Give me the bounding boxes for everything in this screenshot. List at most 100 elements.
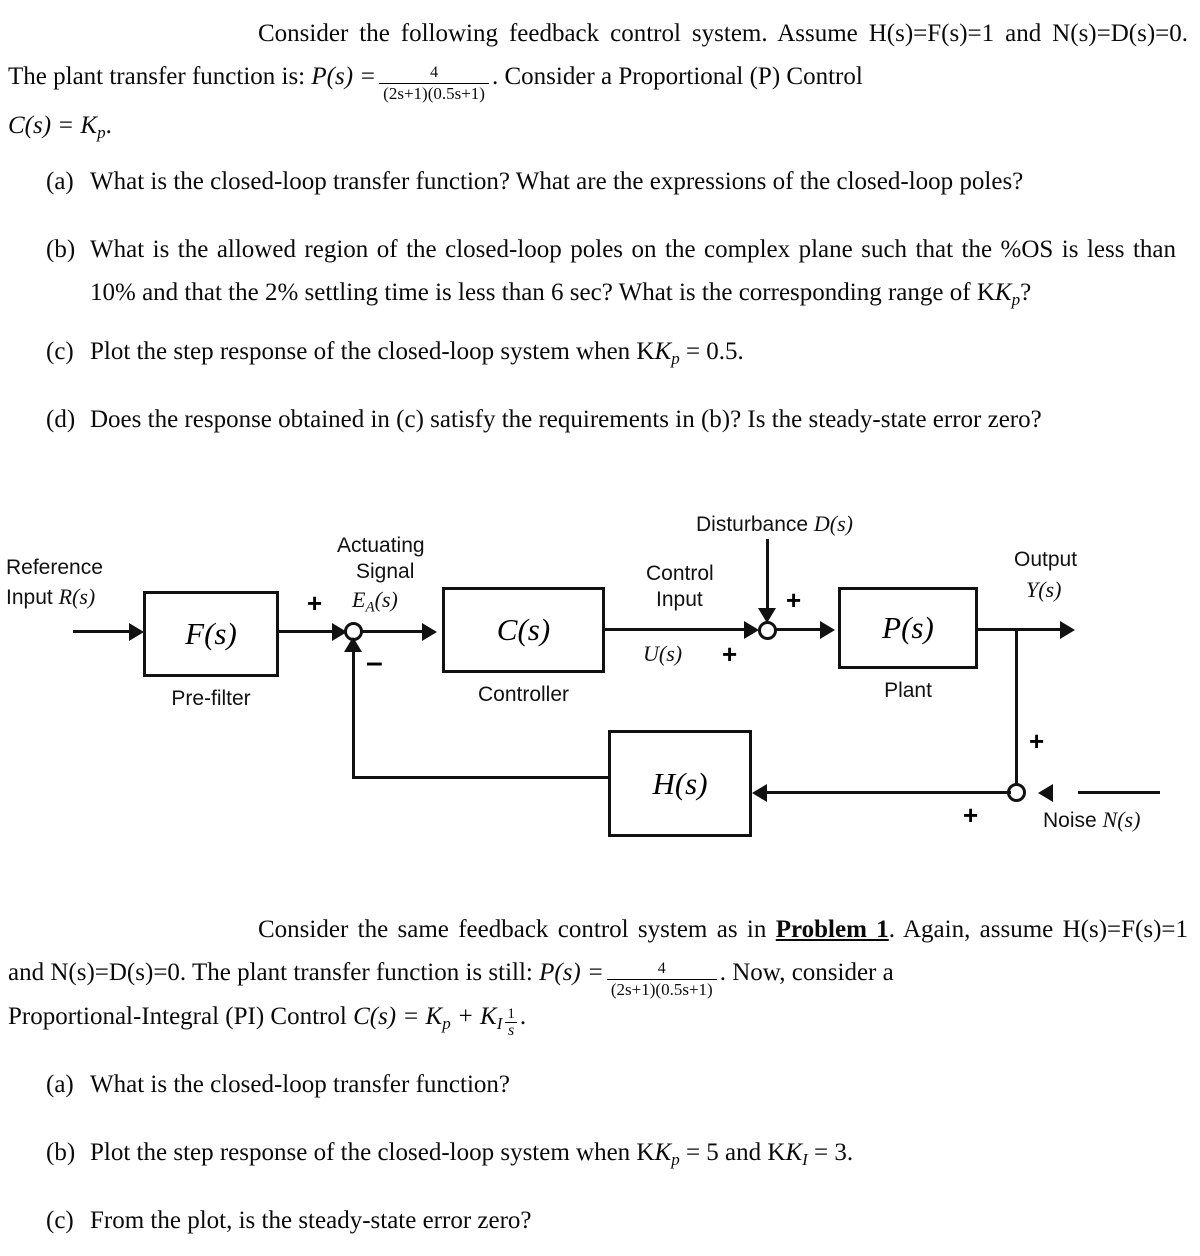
problem2-plant-lhs: P(s) = <box>539 959 604 986</box>
problem1-item-a-text: What is the closed-loop transfer functio… <box>90 168 1024 195</box>
problem1-item-c: (c) Plot the step response of the closed… <box>46 330 1156 380</box>
problem2-item-b-label: (b) <box>46 1139 76 1166</box>
feedback-block: H(s) <box>608 730 752 837</box>
noise-symbol: N(s) <box>1102 807 1141 832</box>
problem2-item-c: (c) From the plot, is the steady-state e… <box>46 1199 1156 1242</box>
problem2-controller-fraction: 1s <box>505 1005 517 1040</box>
problem2-item-a-text: What is the closed-loop transfer functio… <box>90 1071 510 1098</box>
sum1-to-controller-arrowhead <box>422 623 437 641</box>
problem1-plant-denominator: (2s+1)(0.5s+1) <box>379 83 489 103</box>
problem1-item-b-tail: ? <box>1020 279 1032 306</box>
problem2-controller-line: Proportional-Integral (PI) Control C(s) … <box>8 995 768 1045</box>
problem1-item-c-kp: K <box>654 338 672 365</box>
prefilter-caption: Pre-filter <box>171 687 251 710</box>
sum2-to-plant-arrowhead <box>820 621 835 639</box>
noise-label-text: Noise <box>1043 809 1097 832</box>
problem2-plant-fraction: 4 (2s+1)(0.5s+1) <box>606 961 717 998</box>
controller-to-sum2-wire <box>605 628 755 631</box>
problem2-controller-frac-den: s <box>505 1022 517 1040</box>
problem2-item-b-text: Plot the step response of the closed-loo… <box>90 1139 655 1166</box>
document-page: Consider the following feedback control … <box>0 0 1200 1256</box>
actuating-signal-label-line1: Actuating <box>337 534 425 557</box>
feedback-expression: H(s) <box>652 765 708 801</box>
problem1-intro-paragraph: Consider the following feedback control … <box>8 12 1188 103</box>
actuating-signal-symbol-tail: (s) <box>374 587 398 612</box>
problem2-controller-period: . <box>519 1003 527 1030</box>
actuating-signal-symbol-sub: A <box>365 599 375 616</box>
problem1-item-b-body: What is the allowed region of the closed… <box>90 228 1176 321</box>
controller-expression: C(s) <box>496 612 551 647</box>
problem1-item-b-kp: K <box>994 279 1012 306</box>
controller-caption: Controller <box>477 683 570 706</box>
noise-input-arrowhead <box>1038 784 1053 802</box>
actuating-signal-symbol-main: E <box>352 587 366 612</box>
problem2-item-b-kp-sub: p <box>671 1149 680 1169</box>
disturbance-symbol: D(s) <box>813 511 854 536</box>
problem2-controller-prefix: Proportional-Integral (PI) Control <box>8 1003 347 1030</box>
plant-expression: P(s) <box>882 610 934 645</box>
sum1-to-controller-wire <box>362 630 426 633</box>
problem2-intro-lead: Consider the same feedback control syste… <box>258 916 767 943</box>
problem2-intro-tail: . Now, consider a <box>719 959 894 986</box>
problem2-reference-link[interactable]: Problem 1 <box>776 916 889 943</box>
problem1-plant-numerator: 4 <box>430 64 439 82</box>
sum1-minus-sign: – <box>366 646 383 679</box>
noise-input-wire <box>1078 791 1160 794</box>
noise-to-feedback-arrowhead <box>752 784 767 802</box>
disturbance-label: Disturbance D(s) <box>696 511 853 537</box>
output-symbol-text: Y(s) <box>1026 577 1062 602</box>
problem1-plant-fraction: 4 (2s+1)(0.5s+1) <box>379 65 489 102</box>
problem2-item-b-body: Plot the step response of the closed-loo… <box>90 1131 1156 1181</box>
noise-to-feedback-wire <box>766 791 1011 794</box>
controller-to-sum2-arrowhead <box>744 621 759 639</box>
sum2-plus-top-sign: + <box>786 585 802 615</box>
problem1-controller-period: . <box>105 112 112 139</box>
problem2-controller-sub-b: I <box>496 1013 503 1033</box>
problem1-item-c-label: (c) <box>46 338 74 365</box>
reference-input-symbol-line: Input R(s) <box>6 584 95 610</box>
problem2-controller-frac-num: 1 <box>507 1005 515 1022</box>
control-input-symbol: U(s) <box>643 641 682 667</box>
control-input-label-line2: Input <box>656 588 703 611</box>
problem2-intro-paragraph: Consider the same feedback control syste… <box>8 908 1188 999</box>
problem1-item-b: (b) What is the allowed region of the cl… <box>46 228 1176 321</box>
reference-input-label: Reference <box>6 555 103 580</box>
sum3-plus-bottom-sign: + <box>963 800 979 830</box>
reference-input-arrowhead <box>129 623 144 641</box>
problem2-item-b-mid: = 5 and K <box>679 1139 786 1166</box>
output-arrowhead <box>1060 621 1075 639</box>
problem1-item-c-kp-sub: p <box>671 348 680 368</box>
reference-input-wire <box>73 630 131 633</box>
prefilter-to-sum1-wire <box>279 630 337 633</box>
problem2-item-a: (a) What is the closed-loop transfer fun… <box>46 1063 1156 1106</box>
problem1-item-c-text: Plot the step response of the closed-loo… <box>90 338 655 365</box>
problem2-item-b: (b) Plot the step response of the closed… <box>46 1131 1156 1181</box>
feedback-return-horizontal-wire <box>352 776 610 779</box>
problem2-item-a-label: (a) <box>46 1071 74 1098</box>
plant-to-output-wire <box>978 628 1066 631</box>
problem1-item-d: (d) Does the response obtained in (c) sa… <box>46 398 1176 441</box>
sum2-plus-bottom-sign: + <box>722 639 738 669</box>
actuating-signal-symbol: EA(s) <box>352 587 398 621</box>
problem1-intro-tail: . Consider a Proportional (P) Control <box>491 63 863 90</box>
actuating-signal-label-line2: Signal <box>356 560 415 583</box>
reference-input-symbol: R(s) <box>58 584 96 609</box>
control-input-label-line1: Control <box>646 562 714 585</box>
output-tap-wire <box>1015 628 1018 784</box>
problem2-controller-plus: + K <box>450 1003 497 1030</box>
problem2-controller-sub-a: p <box>442 1013 451 1033</box>
problem2-item-b-tail: = 3. <box>807 1139 854 1166</box>
sum1-plus-sign: + <box>307 588 323 618</box>
prefilter-block: F(s) <box>143 591 279 677</box>
problem1-item-d-text: Does the response obtained in (c) satisf… <box>90 406 1042 433</box>
problem2-item-c-label: (c) <box>46 1207 74 1234</box>
plant-caption: Plant <box>884 679 932 702</box>
problem1-controller-subscript: p <box>97 122 106 142</box>
output-symbol: Y(s) <box>1026 577 1061 603</box>
reference-input-line1: Reference <box>6 556 103 579</box>
problem1-controller-expr: C(s) = K <box>8 112 98 139</box>
prefilter-expression: F(s) <box>185 616 237 651</box>
problem1-item-b-kp-sub: p <box>1011 289 1021 309</box>
disturbance-label-text: Disturbance <box>696 513 809 536</box>
problem1-controller-line: C(s) = Kp. <box>8 104 408 154</box>
